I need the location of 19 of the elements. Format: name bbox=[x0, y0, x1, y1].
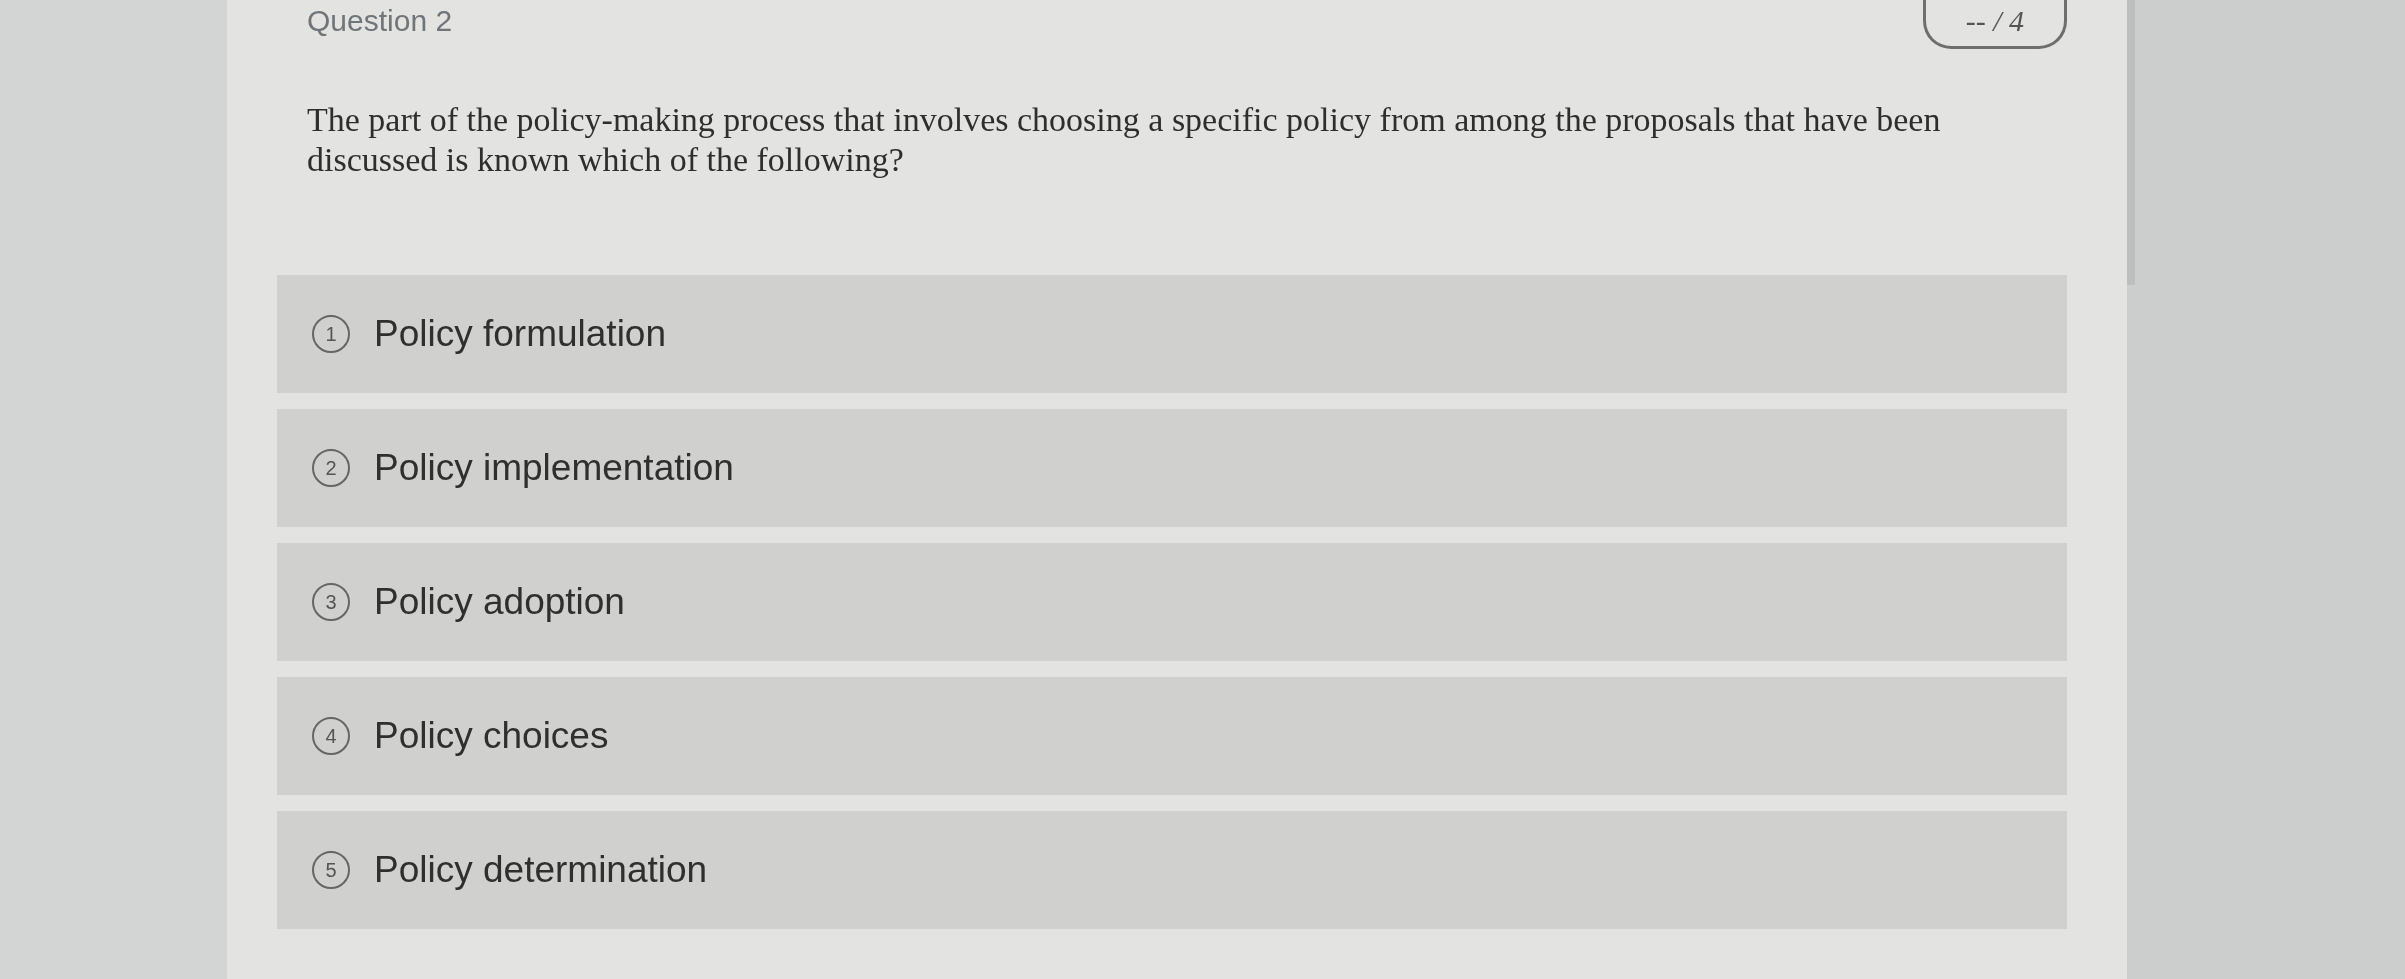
answer-option[interactable]: 5 Policy determination bbox=[277, 811, 2067, 929]
option-number: 4 bbox=[312, 717, 350, 755]
option-label: Policy adoption bbox=[374, 581, 625, 623]
option-number: 1 bbox=[312, 315, 350, 353]
answer-option[interactable]: 2 Policy implementation bbox=[277, 409, 2067, 527]
option-number: 2 bbox=[312, 449, 350, 487]
option-label: Policy choices bbox=[374, 715, 609, 757]
question-text: The part of the policy-making process that involves choosing a specific policy from among the proposals that have been discussed is known which of the following? bbox=[307, 101, 1941, 178]
option-label: Policy determination bbox=[374, 849, 708, 891]
answer-option[interactable]: 4 Policy choices bbox=[277, 677, 2067, 795]
question-title: Question 2 bbox=[307, 4, 453, 38]
scrollbar[interactable] bbox=[2127, 0, 2135, 285]
option-number: 3 bbox=[312, 583, 350, 621]
option-number: 5 bbox=[312, 851, 350, 889]
points-badge: -- / 4 bbox=[1922, 0, 2067, 49]
answer-option[interactable]: 3 Policy adoption bbox=[277, 543, 2067, 661]
answer-option[interactable]: 1 Policy formulation bbox=[277, 275, 2067, 393]
option-label: Policy formulation bbox=[374, 313, 666, 355]
option-label: Policy implementation bbox=[374, 447, 734, 489]
